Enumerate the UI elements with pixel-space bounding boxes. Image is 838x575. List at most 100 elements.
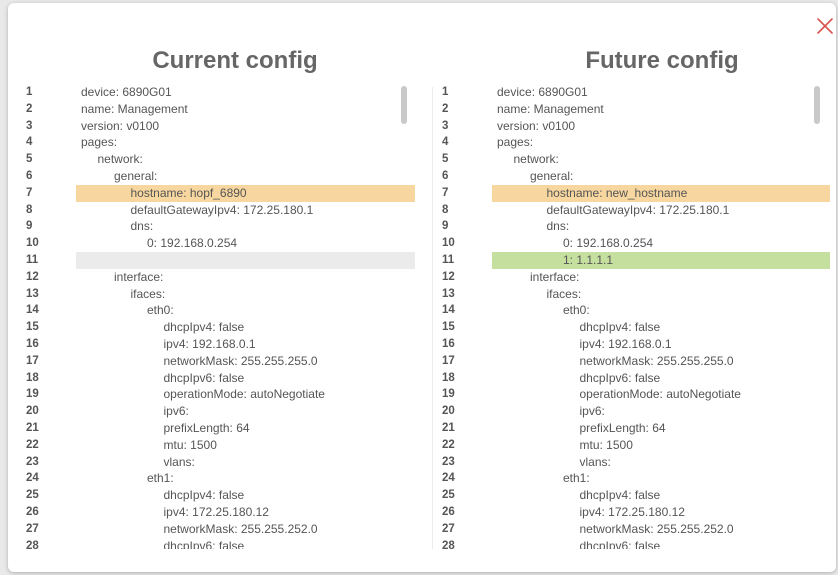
future-config-line: 9 dns: (438, 218, 830, 235)
line-text: operationMode: autoNegotiate (163, 387, 325, 402)
line-number: 13 (26, 287, 39, 300)
future-config-line: 11 1: 1.1.1.1 (438, 251, 830, 269)
line-number: 17 (442, 354, 455, 367)
line-text: name: Management (497, 101, 604, 116)
future-config-line: 18 dhcpIpv6: false (438, 370, 830, 387)
current-config-line: 12 interface: (22, 269, 415, 286)
future-config-line: 19 operationMode: autoNegotiate (438, 386, 830, 403)
current-config-line: 27 networkMask: 255.255.252.0 (22, 521, 415, 538)
future-config-line: 22 mtu: 1500 (438, 437, 830, 454)
current-config-line: 1 device: 6890G01 (22, 84, 415, 101)
current-config-line: 26 ipv4: 172.25.180.12 (22, 504, 415, 521)
line-number: 12 (442, 270, 455, 283)
line-number: 9 (442, 220, 449, 233)
line-number: 22 (442, 438, 455, 451)
line-text: pages: (497, 135, 534, 150)
line-number: 2 (26, 102, 33, 115)
line-text: name: Management (81, 101, 188, 116)
line-text: hostname: hopf_6890 (130, 185, 247, 200)
line-text: hostname: new_hostname (546, 185, 688, 200)
future-config-line: 27 networkMask: 255.255.252.0 (438, 521, 830, 538)
future-config-line: 23 vlans: (438, 454, 830, 471)
line-text: ipv6: (579, 404, 605, 419)
current-config-code-view[interactable]: 1 device: 6890G01 2 name: Management 3 versio… (22, 84, 415, 549)
line-number: 23 (442, 455, 455, 468)
line-number: 9 (26, 220, 33, 233)
line-text: dhcpIpv6: false (579, 538, 661, 549)
line-number: 1 (26, 86, 33, 98)
current-config-panel: Current config 1 device: 6890G01 2 name: Ma… (8, 3, 418, 572)
line-text: device: 6890G01 (81, 85, 172, 99)
line-text: interface: (530, 269, 580, 284)
future-config-line: 21 prefixLength: 64 (438, 420, 830, 437)
future-config-line: 12 interface: (438, 269, 830, 286)
line-number: 15 (442, 321, 455, 334)
line-number: 12 (26, 270, 39, 283)
config-diff-dialog: Current config 1 device: 6890G01 2 name: Ma… (8, 3, 836, 572)
future-config-line: 6 general: (438, 168, 830, 185)
line-text: defaultGatewayIpv4: 172.25.180.1 (130, 202, 314, 217)
future-config-scrollbar[interactable] (814, 86, 820, 124)
line-number: 27 (26, 522, 39, 535)
current-config-line: 21 prefixLength: 64 (22, 420, 415, 437)
line-number: 24 (26, 472, 39, 485)
line-text: eth0: (563, 303, 590, 318)
future-config-code-view[interactable]: 1 device: 6890G01 2 name: Management 3 versio… (438, 84, 830, 549)
current-config-line: 17 networkMask: 255.255.255.0 (22, 353, 415, 370)
line-number: 18 (26, 371, 39, 384)
line-number: 6 (442, 169, 449, 182)
line-number: 21 (442, 421, 455, 434)
line-text: networkMask: 255.255.252.0 (579, 521, 734, 536)
current-config-line: 23 vlans: (22, 454, 415, 471)
current-config-line: 20 ipv6: (22, 403, 415, 420)
line-text: dns: (546, 219, 570, 234)
future-config-line: 5 network: (438, 151, 830, 168)
line-number: 8 (442, 203, 449, 216)
future-config-line: 7 hostname: new_hostname (438, 184, 830, 202)
line-number: 16 (26, 337, 39, 350)
line-number: 10 (442, 237, 455, 250)
future-config-line: 15 dhcpIpv4: false (438, 319, 830, 336)
added-line-highlight (492, 251, 830, 269)
line-text: networkMask: 255.255.252.0 (163, 521, 318, 536)
line-text: general: (114, 168, 158, 183)
current-config-line: 25 dhcpIpv4: false (22, 487, 415, 504)
future-config-line: 17 networkMask: 255.255.255.0 (438, 353, 830, 370)
line-number: 4 (26, 136, 33, 149)
line-text: prefixLength: 64 (579, 420, 666, 435)
line-text: ifaces: (130, 286, 166, 301)
line-text: ipv4: 172.25.180.12 (579, 504, 685, 519)
line-text: mtu: 1500 (579, 437, 633, 452)
line-text: ifaces: (546, 286, 582, 301)
line-number: 6 (26, 169, 33, 182)
line-number: 26 (26, 505, 39, 518)
line-number: 3 (442, 119, 449, 132)
line-text: pages: (81, 135, 118, 150)
line-text: ipv4: 192.168.0.1 (163, 336, 256, 351)
line-text: ipv6: (163, 404, 189, 419)
line-number: 22 (26, 438, 39, 451)
current-config-line: 8 defaultGatewayIpv4: 172.25.180.1 (22, 202, 415, 219)
line-text: eth1: (563, 471, 590, 486)
current-config-scrollbar[interactable] (401, 86, 407, 124)
future-config-line: 2 name: Management (438, 101, 830, 118)
line-text: prefixLength: 64 (163, 420, 250, 435)
future-config-line: 4 pages: (438, 134, 830, 151)
current-config-line: 2 name: Management (22, 101, 415, 118)
line-number: 5 (442, 153, 449, 166)
line-number: 17 (26, 354, 39, 367)
current-config-line: 16 ipv4: 192.168.0.1 (22, 336, 415, 353)
future-config-line: 13 ifaces: (438, 286, 830, 303)
line-number: 5 (26, 153, 33, 166)
line-number: 14 (442, 304, 455, 317)
current-config-line: 14 eth0: (22, 302, 415, 319)
line-number: 25 (442, 489, 455, 502)
line-number: 10 (26, 237, 39, 250)
line-number: 16 (442, 337, 455, 350)
missing-line-placeholder (76, 251, 415, 269)
future-config-title: Future config (585, 47, 739, 74)
line-text: general: (530, 168, 574, 183)
line-number: 27 (442, 522, 455, 535)
current-config-line: 5 network: (22, 151, 415, 168)
line-text: networkMask: 255.255.255.0 (163, 353, 318, 368)
